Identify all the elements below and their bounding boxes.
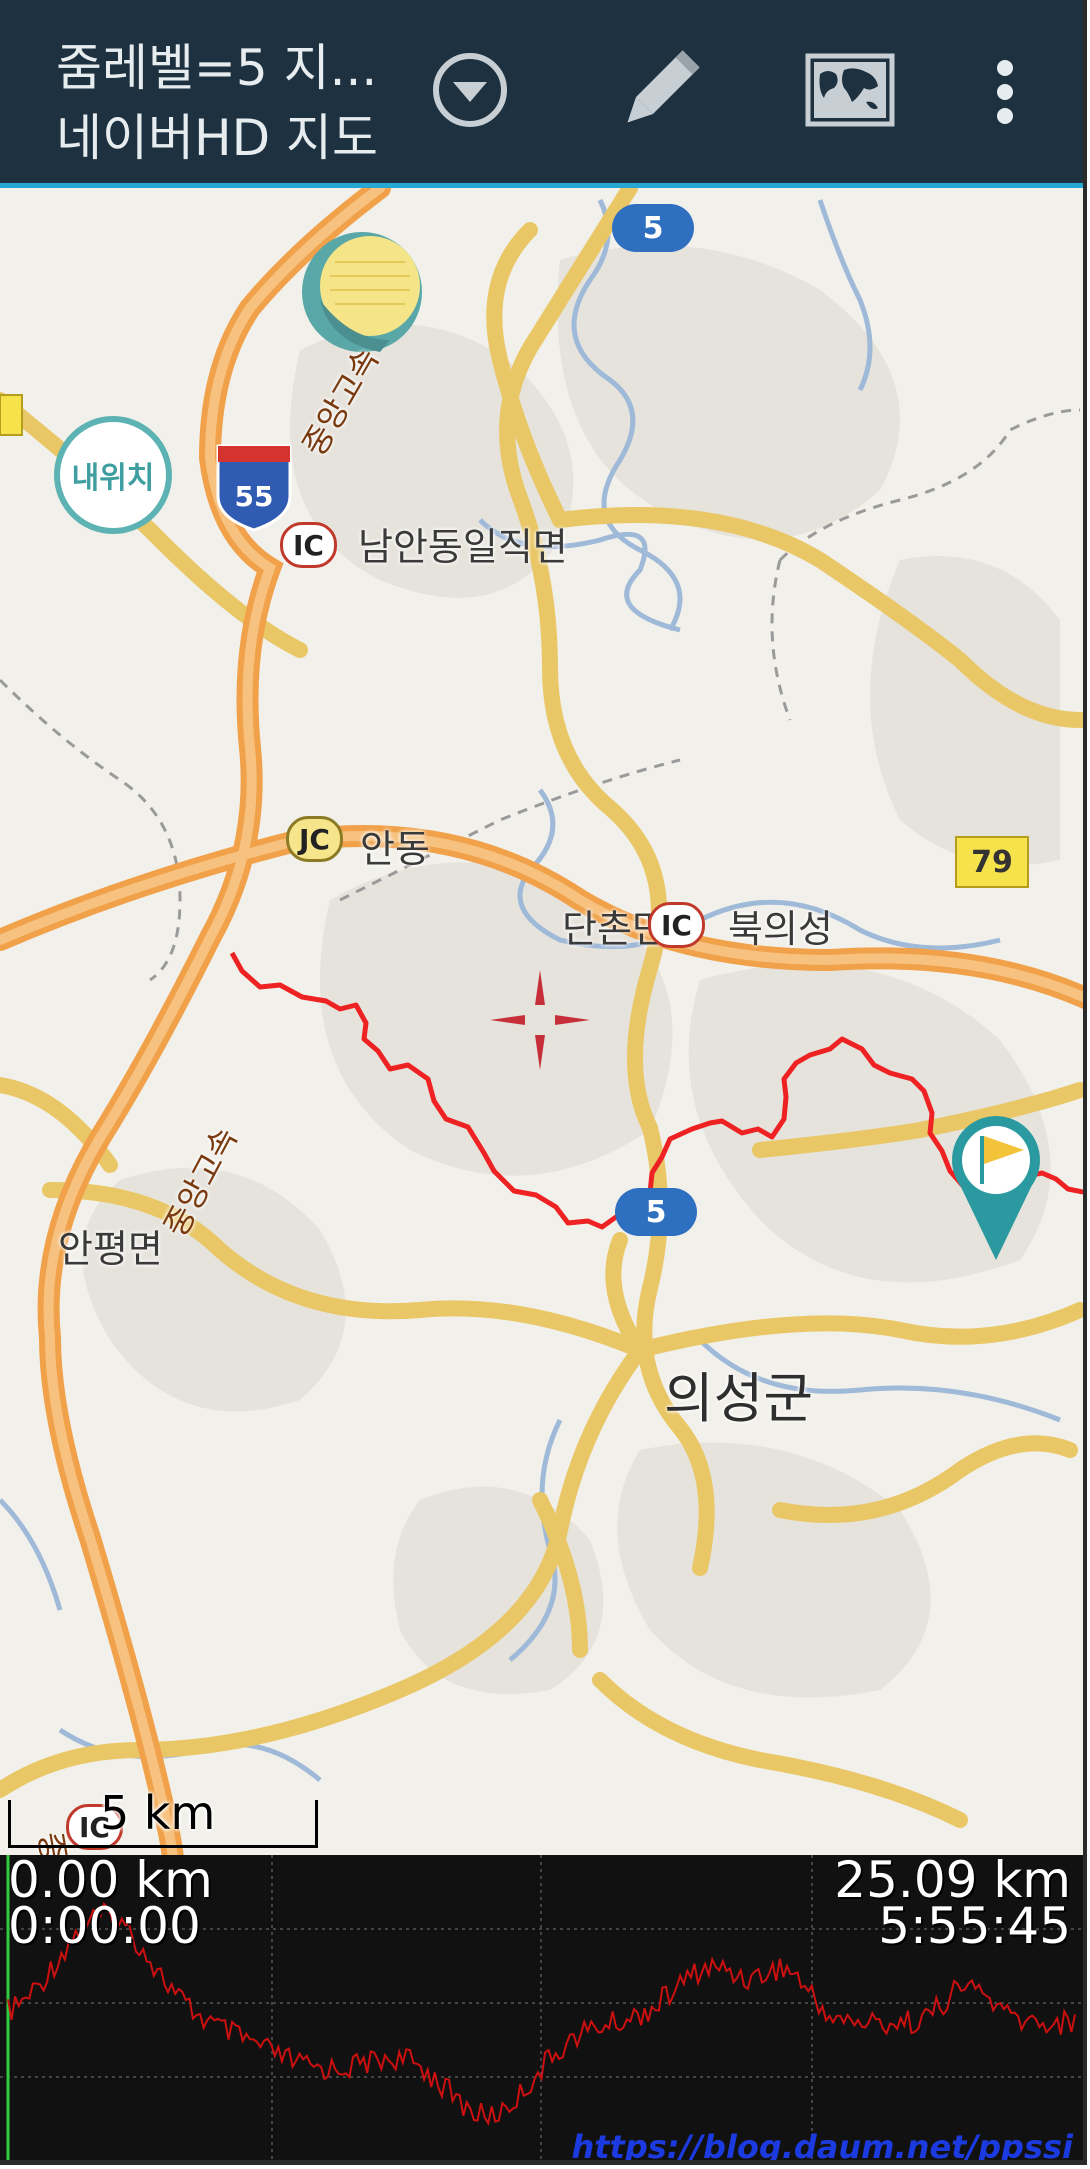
start-time: 0:00:00 — [8, 1897, 201, 1955]
jc-badge: JC — [286, 816, 343, 862]
place-label-namandong: 남안동일직면 — [358, 525, 568, 569]
more-vert-icon — [997, 60, 1013, 124]
dropdown-circle-icon — [433, 53, 507, 127]
dropdown-button[interactable] — [420, 40, 520, 140]
edit-button[interactable] — [610, 40, 710, 140]
more-options-button[interactable] — [970, 40, 1040, 140]
title-map-source: 네이버HD 지도 — [56, 109, 378, 167]
place-label-anpyeong: 안평면 — [58, 1227, 163, 1271]
route-5-shield: 5 — [612, 204, 694, 252]
scale-label: 5 km — [100, 1786, 216, 1840]
watermark-url: https://blog.daum.net/ppssi — [571, 2128, 1073, 2165]
place-label-andong: 안동 — [360, 827, 430, 871]
title-zoom-level: 줌레벨=5 지... — [56, 39, 378, 97]
map-layer-button[interactable] — [800, 40, 900, 140]
map-canvas: 55 — [0, 188, 1083, 1855]
pencil-icon — [627, 50, 700, 123]
map-view[interactable]: 55 내위치 중앙고속 중앙고속 남안동일직면 안동 단촌면 북의성 안평면 의… — [0, 188, 1083, 1952]
memo-icon — [302, 232, 422, 352]
route-79-shield: 79 — [955, 836, 1029, 888]
ic-badge: IC — [280, 522, 337, 568]
app-screen: 줌레벨=5 지... 네이버HD 지도 55 내위치 중앙고속 중앙고속 남안동… — [0, 0, 1087, 2165]
total-time: 5:55:45 — [878, 1897, 1071, 1955]
ic-badge: IC — [648, 902, 705, 948]
my-location-button[interactable]: 내위치 — [54, 416, 172, 534]
top-app-bar: 줌레벨=5 지... 네이버HD 지도 — [0, 0, 1083, 188]
place-label-bukuiseong: 북의성 — [728, 907, 833, 951]
place-label-uiseong: 의성군 — [664, 1367, 814, 1430]
world-map-icon — [805, 53, 895, 127]
elevation-profile-panel[interactable]: 0.00 km 0:00:00 25.09 km 5:55:45 https:/… — [0, 1851, 1083, 2160]
route-5-shield: 5 — [615, 1188, 697, 1236]
